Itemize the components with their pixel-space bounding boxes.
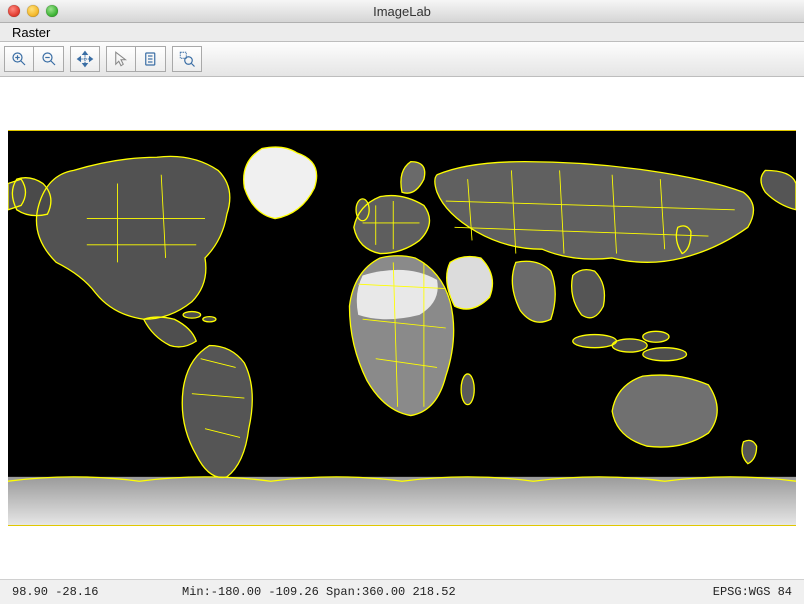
pan-button[interactable] — [70, 46, 100, 72]
toolbar — [0, 42, 804, 77]
list-button[interactable] — [136, 46, 166, 72]
zoom-out-icon — [40, 50, 58, 68]
pan-icon — [76, 50, 94, 68]
zoom-out-button[interactable] — [34, 46, 64, 72]
inspect-button[interactable] — [172, 46, 202, 72]
statusbar: 98.90 -28.16 Min:-180.00 -109.26 Span:36… — [0, 580, 804, 604]
titlebar: ImageLab — [0, 0, 804, 23]
status-cursor-coords: 98.90 -28.16 — [12, 585, 142, 599]
inspect-icon — [178, 50, 196, 68]
pointer-button[interactable] — [106, 46, 136, 72]
world-map[interactable] — [8, 130, 796, 526]
close-icon[interactable] — [8, 5, 20, 17]
pointer-icon — [112, 50, 130, 68]
zoom-icon[interactable] — [46, 5, 58, 17]
zoom-in-button[interactable] — [4, 46, 34, 72]
window-title: ImageLab — [0, 4, 804, 19]
zoom-in-icon — [10, 50, 28, 68]
map-viewport[interactable] — [0, 77, 804, 580]
status-extent: Min:-180.00 -109.26 Span:360.00 218.52 — [142, 585, 713, 599]
list-icon — [142, 50, 160, 68]
menubar: Raster — [0, 23, 804, 42]
status-crs: EPSG:WGS 84 — [713, 585, 792, 599]
minimize-icon[interactable] — [27, 5, 39, 17]
menu-raster[interactable]: Raster — [6, 25, 56, 40]
